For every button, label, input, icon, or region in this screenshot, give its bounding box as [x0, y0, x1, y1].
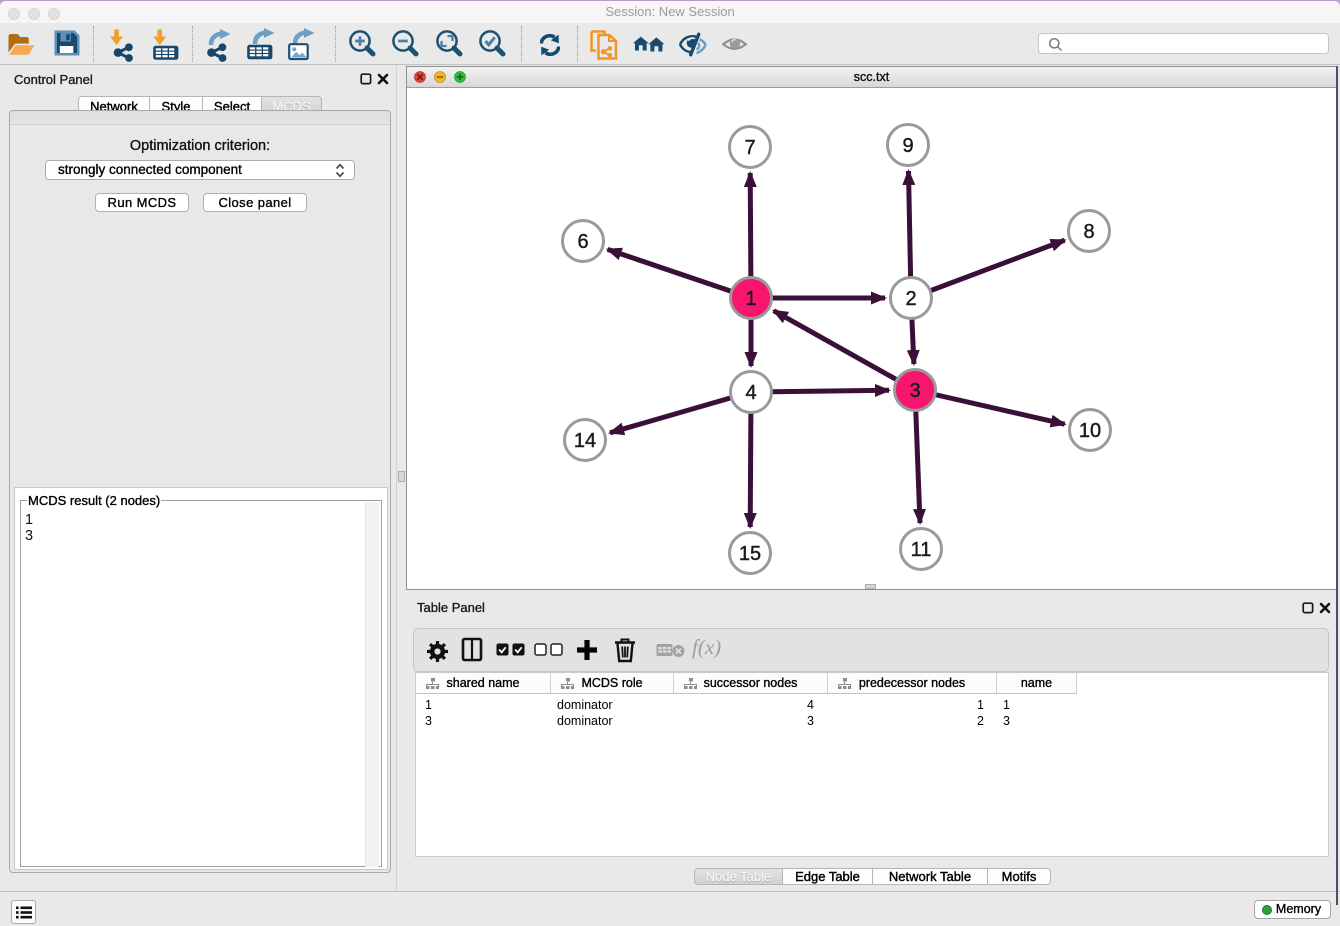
svg-text:1: 1	[745, 288, 756, 310]
svg-text:7: 7	[744, 137, 755, 159]
svg-text:3: 3	[909, 380, 920, 402]
svg-text:10: 10	[1079, 420, 1101, 442]
svg-text:15: 15	[739, 543, 761, 565]
svg-text:2: 2	[905, 288, 916, 310]
svg-text:4: 4	[745, 382, 756, 404]
svg-text:14: 14	[574, 430, 596, 452]
svg-text:8: 8	[1083, 221, 1094, 243]
svg-text:11: 11	[911, 539, 932, 561]
svg-text:9: 9	[902, 135, 913, 157]
svg-text:6: 6	[577, 231, 588, 253]
